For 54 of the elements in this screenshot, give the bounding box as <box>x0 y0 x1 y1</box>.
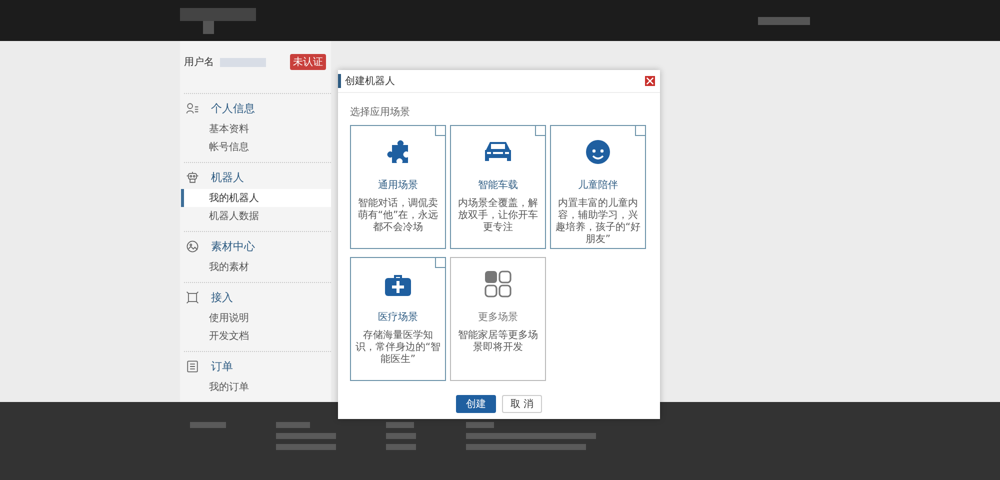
scene-title: 儿童陪伴 <box>578 178 618 192</box>
sidebar-item[interactable]: 帐号信息 <box>181 138 331 156</box>
scene-description: 内置丰富的儿童内容，辅助学习，兴趣培养，孩子的“好朋友” <box>554 198 642 246</box>
redacted-text <box>758 16 810 24</box>
redacted-text <box>466 422 494 428</box>
grid-icon <box>482 268 514 300</box>
scene-description: 智能家居等更多场景即将开发 <box>457 330 539 354</box>
picture-icon <box>186 240 199 253</box>
checkbox[interactable] <box>535 125 546 136</box>
redacted-text <box>276 444 336 450</box>
sidebar-item[interactable]: 机器人数据 <box>181 207 331 225</box>
cancel-button[interactable]: 取 消 <box>502 395 542 413</box>
section-title: 机器人 <box>211 170 244 185</box>
section-title: 订单 <box>211 359 233 374</box>
username-label: 用户名 <box>184 56 214 69</box>
redacted-text <box>386 444 416 450</box>
redacted-text <box>386 433 416 439</box>
scene-title: 智能车载 <box>478 178 518 192</box>
redacted-text <box>190 422 226 428</box>
sidebar-item[interactable]: 开发文档 <box>181 327 331 345</box>
scene-title: 更多场景 <box>478 310 518 324</box>
scene-title: 医疗场景 <box>378 310 418 324</box>
scene-card[interactable]: 智能车载 内场景全覆盖，解放双手，让你开车更专注 <box>450 125 546 249</box>
scene-description: 智能对话，调侃卖萌有“他”在，永远都不会冷场 <box>356 198 440 234</box>
checkbox[interactable] <box>435 125 446 136</box>
robot-icon <box>186 171 199 184</box>
scene-description: 内场景全覆盖，解放双手，让你开车更专注 <box>457 198 539 234</box>
scene-description: 存储海量医学知识，常伴身边的“智能医生” <box>354 330 442 366</box>
checkbox[interactable] <box>435 257 446 268</box>
unverified-badge: 未认证 <box>290 54 326 70</box>
sidebar-item[interactable]: 我的订单 <box>181 378 331 396</box>
scene-card[interactable]: 儿童陪伴 内置丰富的儿童内容，辅助学习，兴趣培养，孩子的“好朋友” <box>550 125 646 249</box>
scene-card[interactable]: 医疗场景 存储海量医学知识，常伴身边的“智能医生” <box>350 257 446 381</box>
redacted-text <box>386 422 414 428</box>
scene-card[interactable]: 通用场景 智能对话，调侃卖萌有“他”在，永远都不会冷场 <box>350 125 446 249</box>
section-title: 接入 <box>211 290 233 305</box>
person-list-icon <box>186 102 199 115</box>
redacted-text <box>276 422 310 428</box>
section-title: 个人信息 <box>211 101 255 116</box>
redacted-text <box>276 433 336 439</box>
redacted-username <box>220 58 266 66</box>
sidebar-item[interactable]: 我的素材 <box>181 258 331 276</box>
list-icon <box>186 360 199 373</box>
frame-icon <box>186 291 199 304</box>
close-button[interactable] <box>645 76 655 86</box>
dialog-title: 创建机器人 <box>338 74 395 88</box>
prompt-label: 选择应用场景 <box>350 106 411 119</box>
scene-title: 通用场景 <box>378 178 418 192</box>
checkbox[interactable] <box>635 125 646 136</box>
section-title: 素材中心 <box>211 239 255 254</box>
sidebar-item[interactable]: 我的机器人 <box>181 189 331 207</box>
sidebar-item[interactable]: 使用说明 <box>181 309 331 327</box>
sidebar-item[interactable]: 基本资料 <box>181 120 331 138</box>
create-button[interactable]: 创建 <box>456 395 496 413</box>
